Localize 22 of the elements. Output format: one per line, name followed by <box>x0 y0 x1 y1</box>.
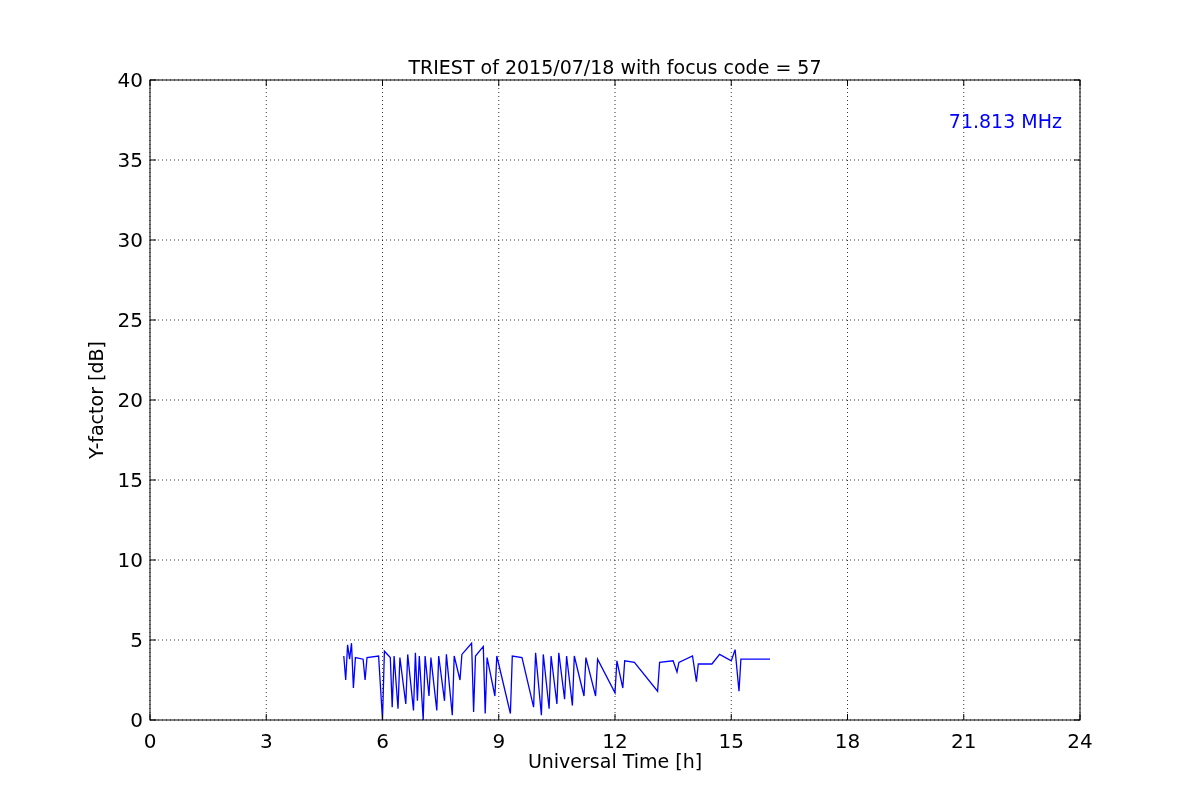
y-tick-label: 20 <box>117 388 143 412</box>
series-label: 71.813 MHz <box>948 110 1062 132</box>
y-tick-label: 5 <box>130 628 143 652</box>
chart-title: TRIEST of 2015/07/18 with focus code = 57 <box>408 56 822 78</box>
x-tick-label: 3 <box>259 729 273 753</box>
y-tick-label: 0 <box>130 708 143 732</box>
x-tick-label: 18 <box>834 729 861 753</box>
x-tick-label: 15 <box>718 729 744 753</box>
x-tick-label: 24 <box>1067 729 1093 753</box>
x-tick-label: 0 <box>143 729 157 753</box>
x-axis-label: Universal Time [h] <box>527 750 703 772</box>
y-tick-label: 35 <box>117 148 143 172</box>
y-tick-label: 15 <box>117 468 143 492</box>
x-tick-label: 21 <box>951 729 977 753</box>
y-tick-label: 40 <box>117 68 143 92</box>
y-axis-label: Y-factor [dB] <box>85 341 107 459</box>
y-tick-label: 30 <box>117 228 143 252</box>
x-tick-label: 6 <box>376 729 389 753</box>
x-tick-label: 9 <box>492 729 506 753</box>
y-tick-label: 10 <box>117 548 143 572</box>
y-tick-label: 25 <box>117 308 143 332</box>
x-tick-label: 12 <box>602 729 628 753</box>
